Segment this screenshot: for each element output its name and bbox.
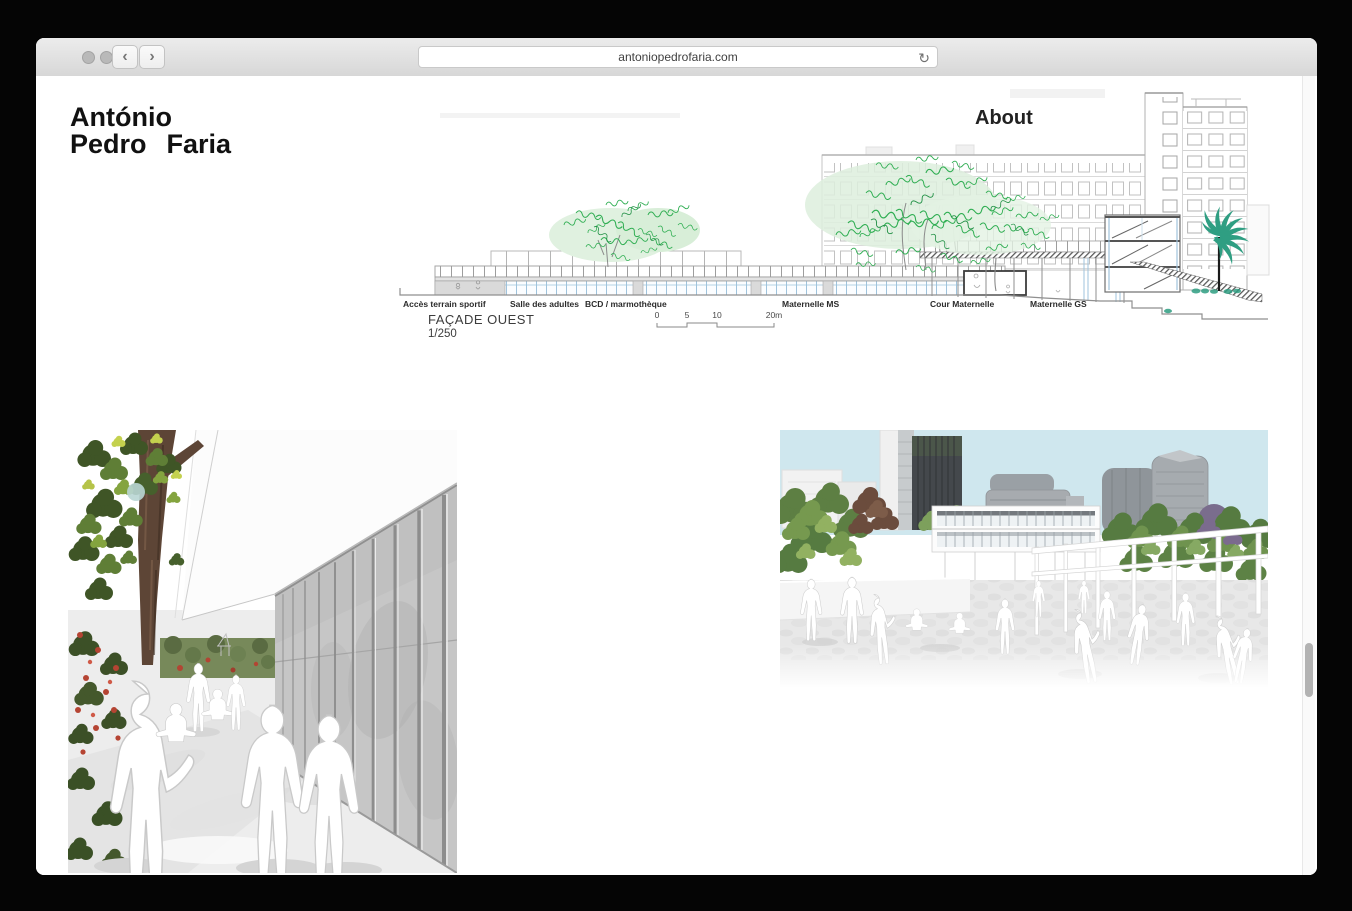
forward-button[interactable]: › [139,45,165,69]
page-content: António Pedro Faria About Accès terrain … [36,76,1317,875]
back-button[interactable]: ‹ [112,45,138,69]
svg-text:10: 10 [712,310,722,320]
site-logo[interactable]: António Pedro Faria [70,104,231,158]
label-bcd-marmotheque: BCD / marmothèque [585,299,667,309]
project-image-courtyard[interactable] [780,430,1268,688]
label-maternelle-ms: Maternelle MS [782,299,839,309]
svg-text:5: 5 [685,310,690,320]
label-acces-terrain-sportif: Accès terrain sportif [403,299,486,309]
faint-roof-block [1010,89,1105,98]
svg-text:0: 0 [655,310,660,320]
url-field[interactable]: antoniopedrofaria.com ↻ [418,46,938,68]
reload-icon[interactable]: ↻ [918,48,930,68]
svg-text:20m: 20m [766,310,783,320]
project-image-corridor[interactable] [68,430,457,873]
forward-icon: › [149,48,155,65]
faint-roofline [440,113,680,118]
hedge [160,632,278,678]
back-icon: ‹ [122,48,128,65]
ground-fade [780,645,1268,688]
minimize-window-button[interactable] [99,50,113,64]
url-text: antoniopedrofaria.com [618,50,738,64]
stair-section [1104,214,1181,293]
scale-bar: 0 5 10 20m [655,310,783,328]
browser-window: ‹ › antoniopedrofaria.com ↻ António Pedr… [36,38,1317,875]
label-maternelle-gs: Maternelle GS [1030,299,1087,309]
facade-elevation-drawing: Accès terrain sportif Salle des adultes … [399,89,1270,340]
close-window-button[interactable] [81,50,95,64]
logo-line2: Pedro Faria [70,129,232,159]
drawing-title: FAÇADE OUEST [428,312,534,327]
scrollbar-thumb[interactable] [1305,643,1313,697]
logo-line1: António [70,102,172,132]
label-cour-maternelle: Cour Maternelle [930,299,995,309]
browser-toolbar: ‹ › antoniopedrofaria.com ↻ [36,38,1317,77]
scrollbar-track[interactable] [1302,76,1315,875]
label-salle-des-adultes: Salle des adultes [510,299,579,309]
drawing-scale: 1/250 [428,328,457,340]
